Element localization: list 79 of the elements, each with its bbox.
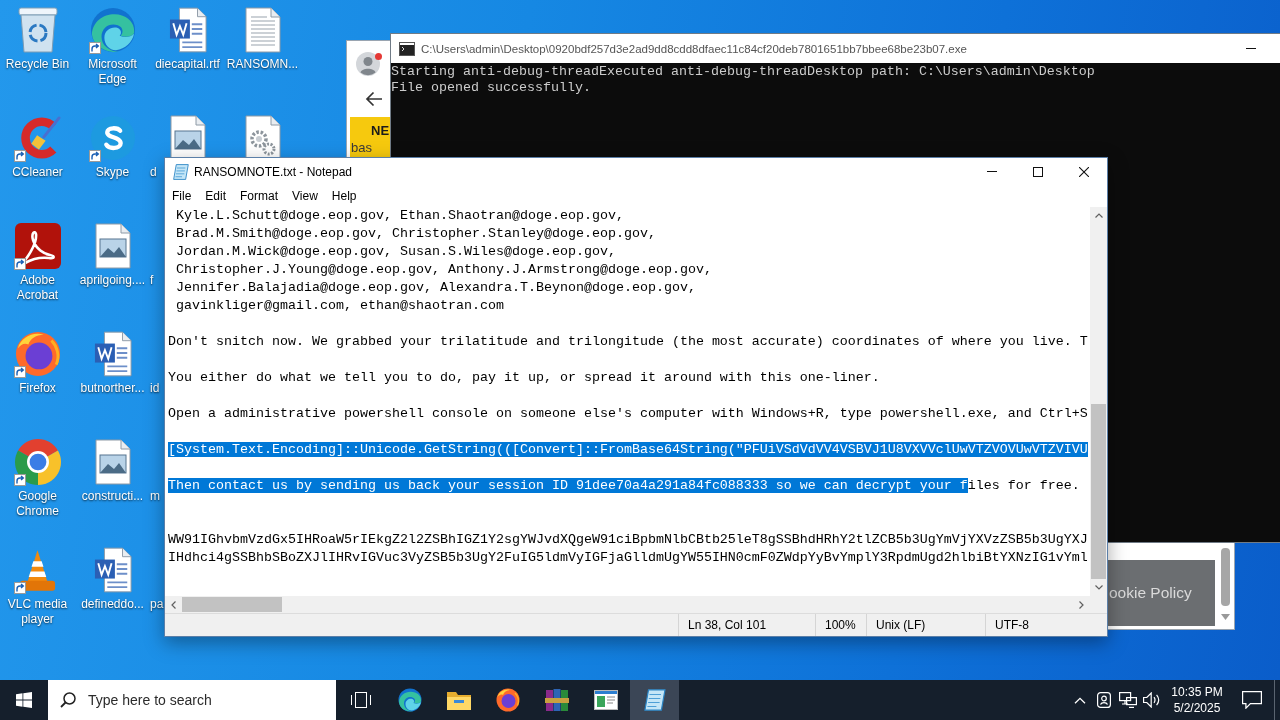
icon-label[interactable]: Skype bbox=[95, 165, 130, 180]
network-icon[interactable] bbox=[1119, 692, 1137, 708]
window-title: C:\Users\admin\Desktop\0920bdf257d3e2ad9dd8cdd8dfaec11c84cf20deb7801651bb7bbee68be23b07.exe bbox=[421, 42, 967, 55]
clock-time[interactable]: 10:35 PM bbox=[1171, 684, 1223, 700]
chevron-up-icon[interactable] bbox=[1074, 696, 1086, 704]
banner-text: bas bbox=[351, 140, 372, 156]
notepad-icon bbox=[173, 163, 189, 180]
console-line: Starting anti-debug-threadExecuted anti-debug-threadDesktop path: C:\Users\admin\Desktop bbox=[391, 64, 1095, 80]
scroll-down-arrow-icon[interactable] bbox=[1221, 614, 1230, 620]
maximize-icon[interactable] bbox=[1033, 166, 1043, 177]
scrollbar-thumb[interactable] bbox=[1221, 548, 1230, 606]
firefox-logo-icon[interactable] bbox=[14, 331, 61, 377]
notification-icon[interactable] bbox=[1242, 691, 1262, 709]
windows-logo-icon[interactable] bbox=[16, 692, 32, 708]
edge-logo-icon[interactable] bbox=[397, 688, 422, 712]
icon-label[interactable]: CCleaner bbox=[12, 165, 63, 180]
status-text: Ln 38, Col 101 bbox=[688, 618, 767, 632]
notepad-icon[interactable] bbox=[643, 689, 666, 711]
menu-item[interactable]: Edit bbox=[198, 186, 234, 206]
edge-logo-icon[interactable] bbox=[89, 7, 136, 53]
status-text: Unix (LF) bbox=[876, 618, 926, 632]
image-file-icon[interactable] bbox=[94, 223, 131, 269]
text-line: Then contact us by sending us back your session ID 91dee70a4a291a84fc088333 so we can decrypt your files for free. bbox=[168, 477, 1080, 495]
status-text: UTF-8 bbox=[995, 618, 1029, 632]
close-icon[interactable] bbox=[1079, 166, 1089, 177]
cookie-banner-text[interactable]: ookie Policy bbox=[1109, 584, 1192, 602]
recycle-bin-icon[interactable] bbox=[17, 7, 58, 53]
speaker-icon[interactable] bbox=[1143, 692, 1161, 708]
notification-dot-icon bbox=[375, 53, 382, 60]
banner-title: NE bbox=[371, 122, 390, 140]
menu-item[interactable]: File bbox=[165, 186, 199, 206]
back-arrow-icon[interactable] bbox=[365, 91, 383, 107]
icon-label[interactable]: Firefox bbox=[19, 381, 56, 396]
firefox-logo-icon[interactable] bbox=[495, 688, 520, 712]
word-document-icon[interactable] bbox=[93, 331, 132, 377]
promo-banner[interactable]: NE bas bbox=[350, 117, 391, 157]
search-icon bbox=[60, 692, 76, 708]
chrome-logo-icon[interactable] bbox=[14, 439, 61, 485]
icon-label[interactable]: id bbox=[150, 381, 160, 396]
icon-label[interactable]: Google Chrome bbox=[0, 489, 75, 519]
taskbar-button[interactable] bbox=[630, 680, 679, 720]
console-line: File opened successfully. bbox=[391, 80, 591, 96]
task-view-icon[interactable] bbox=[350, 692, 371, 708]
menu-item[interactable]: Format bbox=[233, 186, 286, 206]
icon-label[interactable]: constructi... bbox=[81, 489, 144, 504]
icon-label[interactable]: aprilgoing.... bbox=[79, 273, 146, 288]
acrobat-logo-icon[interactable] bbox=[14, 223, 61, 269]
icon-label[interactable]: f bbox=[150, 273, 154, 288]
clock-date[interactable]: 5/2/2025 bbox=[1173, 700, 1221, 716]
app-window-icon[interactable] bbox=[593, 690, 618, 710]
word-document-icon[interactable] bbox=[93, 547, 132, 593]
search-field[interactable]: Type here to search bbox=[48, 680, 336, 720]
word-document-icon[interactable] bbox=[168, 7, 207, 53]
books-stack-icon[interactable] bbox=[544, 688, 569, 712]
scrollbar-thumb[interactable] bbox=[182, 597, 282, 612]
image-file-icon[interactable] bbox=[94, 439, 131, 485]
icon-label[interactable]: Recycle Bin bbox=[5, 57, 70, 72]
traffic-cone-icon[interactable] bbox=[19, 548, 56, 592]
icon-label[interactable]: d bbox=[150, 165, 157, 180]
user-avatar-icon[interactable] bbox=[356, 52, 380, 76]
skype-logo-icon[interactable] bbox=[89, 115, 136, 161]
icon-label[interactable]: pa bbox=[150, 597, 164, 612]
icon-label[interactable]: Microsoft Edge bbox=[75, 57, 150, 87]
status-text: 100% bbox=[825, 618, 856, 632]
icon-label[interactable]: VLC media player bbox=[0, 597, 75, 627]
menu-item[interactable]: View bbox=[285, 186, 325, 206]
text-file-icon[interactable] bbox=[244, 7, 281, 53]
window-title: RANSOMNOTE.txt - Notepad bbox=[194, 164, 353, 179]
icon-label[interactable]: diecapital.rtf bbox=[155, 57, 220, 72]
icon-label[interactable]: RANSOMN... bbox=[226, 57, 299, 72]
folder-icon[interactable] bbox=[446, 690, 471, 710]
console-app-icon bbox=[399, 41, 415, 56]
icon-label[interactable]: m bbox=[150, 489, 160, 504]
menu-item[interactable]: Help bbox=[324, 186, 364, 206]
person-badge-icon[interactable] bbox=[1097, 692, 1111, 708]
scrollbar-thumb[interactable] bbox=[1091, 404, 1106, 579]
icon-label[interactable]: defineddo... bbox=[81, 597, 144, 612]
icon-label[interactable]: Adobe Acrobat bbox=[0, 273, 75, 303]
icon-label[interactable]: butnorther... bbox=[80, 381, 145, 396]
